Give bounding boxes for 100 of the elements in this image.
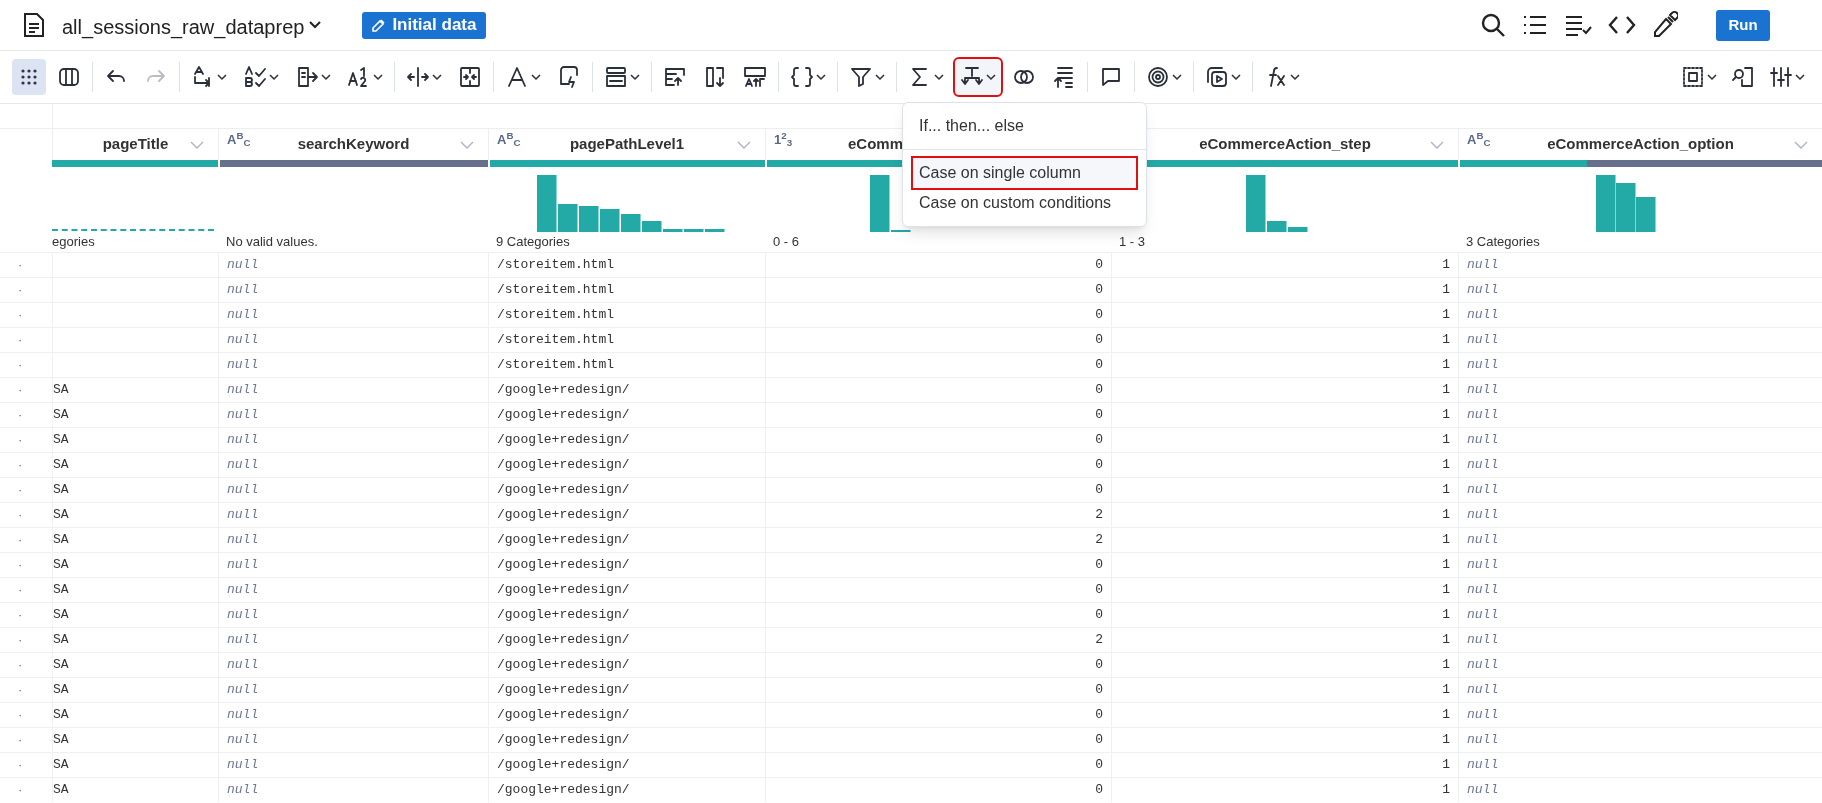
table-cell-text: /google+redesign/	[497, 581, 630, 600]
column-summary: No valid values.	[226, 233, 318, 252]
table-cell-text: 0	[1095, 756, 1103, 775]
column-header[interactable]: eCommerceAction_step	[1146, 133, 1424, 156]
table-cell-text: null	[227, 281, 259, 300]
table-cell-text: SA	[53, 556, 69, 575]
row-marker: ·	[18, 406, 23, 425]
table-cell-text: /storeitem.html	[497, 256, 615, 275]
table-cell-text: 1	[1442, 281, 1450, 300]
table-cell-text: null	[1467, 306, 1499, 325]
table-cell-text: /google+redesign/	[497, 706, 630, 725]
table-cell-text: null	[1467, 581, 1499, 600]
table-cell-text: /storeitem.html	[497, 331, 615, 350]
table-cell-text: SA	[53, 456, 69, 475]
table-cell-text: null	[227, 481, 259, 500]
table-cell-text: 1	[1442, 656, 1450, 675]
table-cell-text: /google+redesign/	[497, 656, 630, 675]
table-cell-text: 1	[1442, 331, 1450, 350]
table-cell-text: 1	[1442, 306, 1450, 325]
column-header[interactable]: pageTitle	[87, 133, 184, 156]
table-cell-text: /google+redesign/	[497, 456, 630, 475]
table-cell-text: null	[227, 531, 259, 550]
table-cell-text: null	[227, 681, 259, 700]
table-cell-text: SA	[53, 531, 69, 550]
table-cell-text: 0	[1095, 681, 1103, 700]
table-cell-text: null	[1467, 681, 1499, 700]
run-button[interactable]: Run	[1716, 9, 1770, 41]
column-header[interactable]: pagePathLevel1	[523, 133, 731, 156]
table-cell-text: null	[227, 706, 259, 725]
column-header[interactable]: eComm	[848, 133, 903, 156]
table-cell-text: 0	[1095, 281, 1103, 300]
table-cell-text: null	[227, 656, 259, 675]
table-cell-text: null	[227, 606, 259, 625]
table-cell-text: null	[1467, 606, 1499, 625]
table-cell-text: null	[227, 781, 259, 800]
table-cell-text: /google+redesign/	[497, 431, 630, 450]
row-marker: ·	[18, 581, 23, 600]
table-cell-text: SA	[53, 706, 69, 725]
table-cell-text: SA	[53, 381, 69, 400]
table-cell-text: null	[227, 306, 259, 325]
column-summary: 1 - 3	[1119, 233, 1145, 252]
table-cell-text: null	[227, 256, 259, 275]
table-cell-text: /storeitem.html	[497, 281, 615, 300]
table-cell-text: null	[227, 356, 259, 375]
table-cell-text: /google+redesign/	[497, 681, 630, 700]
table-cell-text: null	[1467, 756, 1499, 775]
version-badge[interactable]: Initial data	[362, 11, 487, 39]
table-cell-text: SA	[53, 481, 69, 500]
row-marker: ·	[18, 431, 23, 450]
row-marker: ·	[18, 731, 23, 750]
menu-item[interactable]: Case on single column	[913, 158, 1136, 188]
table-cell-text: null	[1467, 506, 1499, 525]
row-marker: ·	[18, 306, 23, 325]
table-cell-text: 1	[1442, 731, 1450, 750]
table-cell-text: 1	[1442, 456, 1450, 475]
table-cell-text: 0	[1095, 706, 1103, 725]
table-cell-text: 1	[1442, 256, 1450, 275]
table-cell-text: /google+redesign/	[497, 506, 630, 525]
column-header[interactable]: eCommerceAction_option	[1493, 133, 1788, 156]
table-cell-text: SA	[53, 406, 69, 425]
table-cell-text: SA	[53, 756, 69, 775]
table-cell-text: null	[1467, 281, 1499, 300]
table-cell-text: SA	[53, 431, 69, 450]
table-cell-text: 1	[1442, 531, 1450, 550]
table-cell-text: 2	[1095, 506, 1103, 525]
row-marker: ·	[18, 781, 23, 800]
table-cell-text: null	[1467, 406, 1499, 425]
table-cell-text: 1	[1442, 706, 1450, 725]
table-cell-text: 1	[1442, 681, 1450, 700]
table-cell-text: 1	[1442, 481, 1450, 500]
table-cell-text: null	[1467, 381, 1499, 400]
table-cell-text: 1	[1442, 781, 1450, 800]
table-cell-text: null	[227, 456, 259, 475]
table-cell-text: /google+redesign/	[497, 606, 630, 625]
row-marker: ·	[18, 456, 23, 475]
table-cell-text: 1	[1442, 606, 1450, 625]
table-cell-text: SA	[53, 731, 69, 750]
table-cell-text: null	[1467, 781, 1499, 800]
table-cell-text: SA	[53, 681, 69, 700]
row-marker: ·	[18, 631, 23, 650]
row-marker: ·	[18, 381, 23, 400]
document-title[interactable]: all_sessions_raw_dataprep	[62, 12, 305, 42]
table-cell-text: 1	[1442, 356, 1450, 375]
column-summary: egories	[52, 233, 95, 252]
table-cell-text: null	[227, 331, 259, 350]
row-marker: ·	[18, 606, 23, 625]
table-cell-text: 0	[1095, 356, 1103, 375]
menu-item[interactable]: If... then... else	[913, 111, 1136, 141]
table-cell-text: SA	[53, 581, 69, 600]
table-cell-text: null	[227, 756, 259, 775]
column-header[interactable]: searchKeyword	[253, 133, 454, 156]
table-cell-text: null	[1467, 706, 1499, 725]
menu-item[interactable]: Case on custom conditions	[913, 188, 1136, 218]
table-cell-text: null	[1467, 356, 1499, 375]
table-cell-text: null	[227, 581, 259, 600]
row-marker: ·	[18, 281, 23, 300]
row-marker: ·	[18, 481, 23, 500]
table-cell-text: 2	[1095, 531, 1103, 550]
table-cell-text: null	[1467, 481, 1499, 500]
table-cell-text: SA	[53, 631, 69, 650]
